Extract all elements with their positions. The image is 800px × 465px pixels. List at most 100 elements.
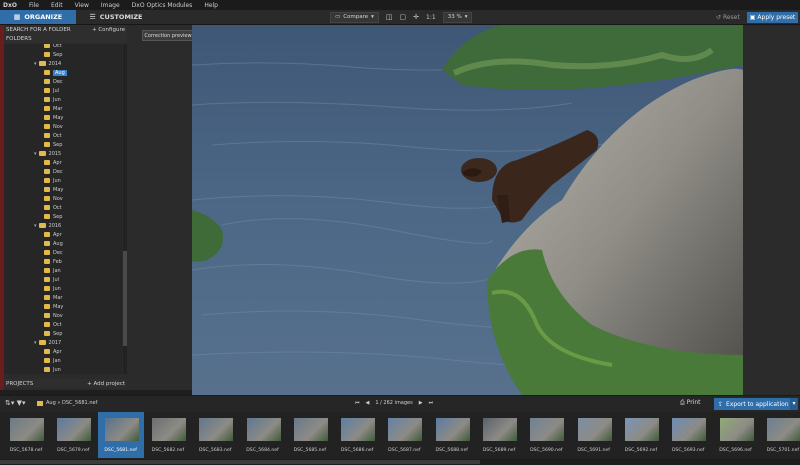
folder-tree-item[interactable]: Dec bbox=[44, 167, 63, 176]
folder-tree-item[interactable]: Sep bbox=[44, 212, 62, 221]
folder-tree-item[interactable]: Oct bbox=[44, 320, 62, 329]
folder-tree-item[interactable]: Jun bbox=[44, 365, 61, 374]
folder-tree-item[interactable]: May bbox=[44, 302, 63, 311]
folder-tree-item[interactable]: Apr bbox=[44, 158, 62, 167]
folder-tree-item[interactable]: Jan bbox=[44, 356, 61, 365]
filmstrip-thumbnail[interactable]: DSC_5690.nef bbox=[523, 412, 569, 458]
filmstrip-thumbnail[interactable]: DSC_5681.nef bbox=[97, 412, 144, 458]
zoom-select[interactable]: 33 % ▾ bbox=[442, 11, 473, 23]
folder-tree-item[interactable]: Nov bbox=[44, 122, 63, 131]
compare-button[interactable]: ▭ Compare ▾ bbox=[330, 11, 379, 23]
folder-icon bbox=[38, 223, 46, 228]
next-image-icon[interactable]: ▶ bbox=[419, 400, 423, 406]
menu-image[interactable]: Image bbox=[95, 2, 126, 9]
folder-tree-item[interactable]: Oct bbox=[44, 203, 62, 212]
filmstrip-thumbnail[interactable]: DSC_5692.nef bbox=[618, 412, 664, 458]
folder-tree-year[interactable]: ▾ 2016 bbox=[34, 221, 61, 230]
folder-tree-item[interactable]: Mar bbox=[44, 104, 62, 113]
folder-tree-item[interactable]: Apr bbox=[44, 347, 62, 356]
folder-tree-year[interactable]: ▾ 2017 bbox=[34, 338, 61, 347]
menu-file[interactable]: File bbox=[23, 2, 45, 9]
folder-tree-item[interactable]: Dec bbox=[44, 77, 63, 86]
chevron-down-icon[interactable]: ▾ bbox=[34, 340, 37, 346]
folder-label: Jul bbox=[53, 87, 60, 94]
first-image-icon[interactable]: ⏮ bbox=[355, 400, 360, 406]
reset-button[interactable]: ↺ Reset bbox=[712, 12, 744, 23]
viewer-margin bbox=[127, 25, 192, 390]
filmstrip-thumbnail[interactable]: DSC_5678.nef bbox=[3, 412, 49, 458]
apply-preset-label: Apply preset bbox=[757, 14, 796, 21]
filmstrip-thumbnail[interactable]: DSC_5691.nef bbox=[571, 412, 617, 458]
folder-tree: Oct Sep ▾ 2014 Aug Dec Jul Jun Mar May Nov Oct Sep ▾ 2… bbox=[4, 44, 122, 374]
filmstrip-thumbnail[interactable]: DSC_5682.nef bbox=[145, 412, 191, 458]
folder-label: May bbox=[53, 303, 64, 310]
thumbnail-filename: DSC_5678.nef bbox=[9, 448, 43, 453]
filmstrip-thumbnail[interactable]: DSC_5684.nef bbox=[240, 412, 286, 458]
folder-tree-item[interactable]: Apr bbox=[44, 230, 62, 239]
folder-tree-item[interactable]: Jul bbox=[44, 86, 59, 95]
thumbnail-filename: DSC_5679.nef bbox=[57, 448, 90, 453]
tab-customize[interactable]: ☰ CUSTOMIZE bbox=[78, 10, 154, 24]
folder-tree-item[interactable]: Aug bbox=[44, 239, 63, 248]
folder-label: 2015 bbox=[48, 150, 62, 157]
folder-tree-item[interactable]: Nov bbox=[44, 311, 63, 320]
menu-edit[interactable]: Edit bbox=[45, 2, 69, 9]
print-button[interactable]: ⎙ Print bbox=[680, 399, 701, 407]
filmstrip-thumbnail[interactable]: DSC_5689.nef bbox=[476, 412, 522, 458]
folder-icon bbox=[44, 115, 50, 120]
folder-tree-item[interactable]: May bbox=[44, 185, 63, 194]
filmstrip-thumbnail[interactable]: DSC_5686.nef bbox=[334, 412, 380, 458]
printer-icon: ⎙ bbox=[680, 399, 685, 406]
configure-button[interactable]: + Configure bbox=[92, 27, 125, 33]
folder-tree-item[interactable]: Aug bbox=[44, 68, 67, 77]
folder-tree-item[interactable]: Jun bbox=[44, 176, 61, 185]
tab-organize[interactable]: ▦ ORGANIZE bbox=[0, 10, 76, 24]
filmstrip-thumbnail[interactable]: DSC_5693.nef bbox=[665, 412, 711, 458]
image-viewer[interactable] bbox=[192, 25, 743, 395]
folder-tree-item[interactable]: Dec bbox=[44, 248, 63, 257]
add-project-button[interactable]: + Add project bbox=[87, 381, 125, 387]
breadcrumb[interactable]: Aug » DSC_5681.nef bbox=[46, 400, 97, 406]
last-image-icon[interactable]: ⏭ bbox=[429, 400, 434, 406]
chevron-down-icon[interactable]: ▾ bbox=[34, 223, 37, 229]
menu-view[interactable]: View bbox=[69, 2, 95, 9]
folder-tree-item[interactable]: Sep bbox=[44, 329, 62, 338]
filmstrip-thumbnail[interactable]: DSC_5688.nef bbox=[429, 412, 475, 458]
folder-tree-item[interactable]: Sep bbox=[44, 50, 62, 59]
folder-tree-item[interactable]: Jan bbox=[44, 266, 61, 275]
menu-optics-modules[interactable]: DxO Optics Modules bbox=[126, 2, 199, 9]
fit-screen-icon[interactable]: ▢ bbox=[400, 13, 407, 21]
menu-help[interactable]: Help bbox=[198, 2, 224, 9]
folder-tree-item[interactable]: Feb bbox=[44, 257, 62, 266]
folder-tree-item[interactable]: May bbox=[44, 113, 63, 122]
folder-tree-year[interactable]: ▾ 2015 bbox=[34, 149, 61, 158]
filmstrip-thumbnail[interactable]: DSC_5687.nef bbox=[381, 412, 427, 458]
folder-tree-item[interactable]: Jun bbox=[44, 95, 61, 104]
filmstrip-thumbnail[interactable]: DSC_5679.nef bbox=[50, 412, 96, 458]
one-to-one-button[interactable]: 1:1 bbox=[426, 14, 436, 21]
sort-filter-icons[interactable]: ⇅▾ ▼▾ bbox=[5, 399, 26, 407]
folder-tree-item[interactable]: Jun bbox=[44, 284, 61, 293]
folder-icon bbox=[44, 106, 50, 111]
export-button[interactable]: ⇪ Export to application ▾ bbox=[714, 398, 798, 410]
chevron-down-icon[interactable]: ▾ bbox=[790, 398, 798, 410]
filmstrip-scrollbar-thumb[interactable] bbox=[0, 460, 480, 464]
prev-image-icon[interactable]: ◀ bbox=[366, 400, 370, 406]
folder-tree-item[interactable]: Nov bbox=[44, 194, 63, 203]
filmstrip-thumbnail[interactable]: DSC_5685.nef bbox=[287, 412, 333, 458]
chevron-down-icon[interactable]: ▾ bbox=[34, 61, 37, 67]
filmstrip-thumbnail[interactable]: DSC_5701.nef bbox=[760, 412, 800, 458]
folder-tree-year[interactable]: ▾ 2014 bbox=[34, 59, 61, 68]
chevron-down-icon[interactable]: ▾ bbox=[34, 151, 37, 157]
folder-tree-item[interactable]: Sep bbox=[44, 140, 62, 149]
split-view-icon[interactable]: ◫ bbox=[386, 13, 393, 21]
zoom-move-icon[interactable]: ✛ bbox=[413, 13, 419, 21]
mink-photo bbox=[192, 25, 743, 395]
apply-preset-button[interactable]: ▣ Apply preset bbox=[747, 12, 798, 23]
filmstrip-thumbnail[interactable]: DSC_5696.nef bbox=[713, 412, 759, 458]
folder-tree-item[interactable]: Mar bbox=[44, 293, 62, 302]
filmstrip-thumbnail[interactable]: DSC_5683.nef bbox=[192, 412, 238, 458]
folder-tree-item[interactable]: Oct bbox=[44, 131, 62, 140]
folder-tree-item[interactable]: Jul bbox=[44, 275, 59, 284]
filmstrip-scrollbar[interactable] bbox=[0, 459, 800, 465]
